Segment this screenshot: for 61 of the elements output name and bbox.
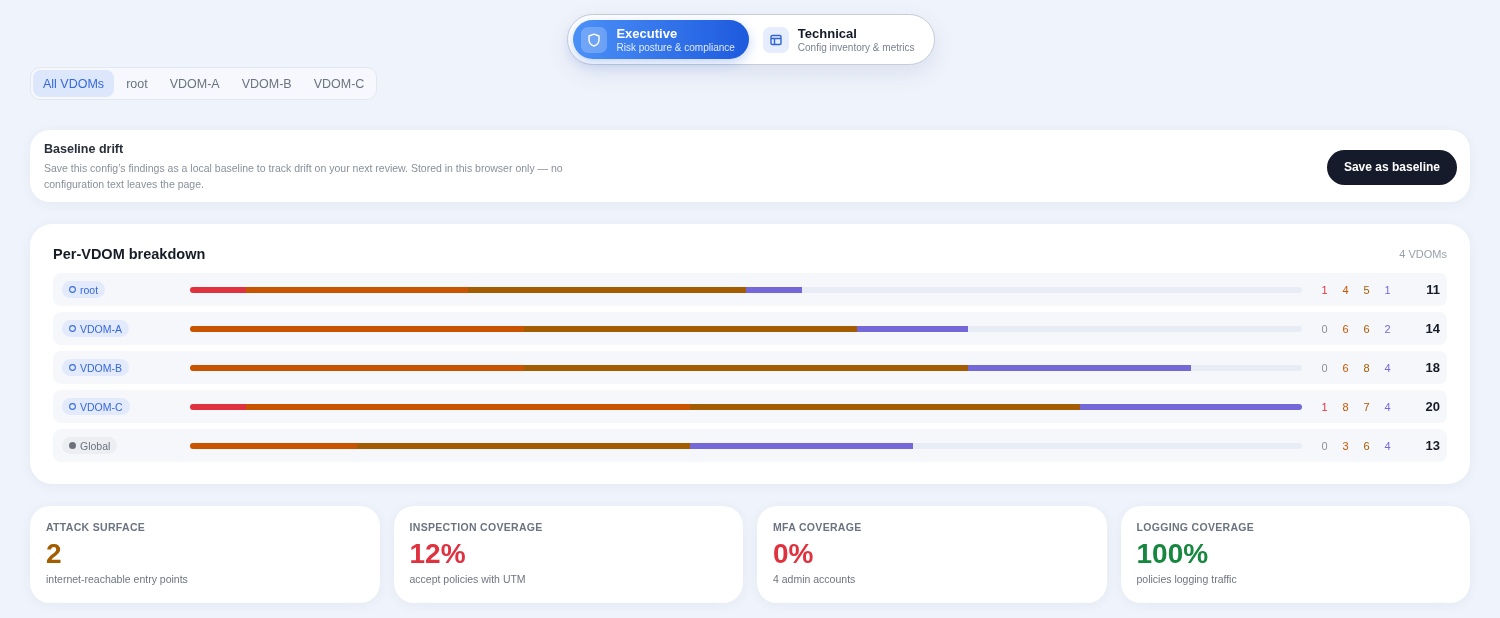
dot-icon	[69, 442, 76, 449]
ring-icon	[69, 364, 76, 371]
severity-count: 2	[1383, 322, 1392, 335]
vdom-tab[interactable]: VDOM-A	[159, 70, 230, 97]
severity-count: 1	[1383, 283, 1392, 296]
severity-count: 6	[1362, 439, 1371, 452]
view-mode-tab[interactable]: Technical Config inventory & metrics	[754, 20, 929, 59]
save-baseline-button[interactable]: Save as baseline	[1326, 149, 1457, 185]
finding-total: 20	[1425, 399, 1440, 414]
severity-count: 0	[1320, 322, 1329, 335]
baseline-title: Baseline drift	[44, 142, 125, 157]
stat-value: 100%	[1136, 538, 1210, 570]
finding-total: 11	[1426, 282, 1440, 297]
finding-total: 14	[1425, 321, 1440, 336]
vdom-name: VDOM-A	[80, 322, 122, 335]
stat-caption: policies logging traffic	[1136, 572, 1238, 586]
severity-count: 6	[1341, 322, 1350, 335]
ring-icon	[69, 403, 76, 410]
stat-label: INSPECTION COVERAGE	[409, 521, 544, 534]
vdom-name: Global	[80, 439, 111, 452]
severity-count: 1	[1320, 400, 1329, 413]
severity-count: 1	[1320, 283, 1329, 296]
vdom-count: 4 VDOMs	[1399, 248, 1447, 260]
finding-total: 18	[1425, 360, 1440, 375]
table-icon	[762, 26, 789, 53]
severity-count: 8	[1362, 361, 1371, 374]
severity-count: 0	[1320, 361, 1329, 374]
severity-count: 6	[1341, 361, 1350, 374]
breakdown-title: Per-VDOM breakdown	[53, 246, 206, 262]
severity-count: 4	[1383, 361, 1392, 374]
stat-value: 0%	[773, 538, 815, 570]
vdom-name: root	[80, 283, 99, 296]
vdom-tab[interactable]: root	[116, 70, 158, 97]
severity-count: 6	[1362, 322, 1371, 335]
ring-icon	[69, 325, 76, 332]
severity-count: 5	[1362, 283, 1371, 296]
vdom-tab[interactable]: VDOM-C	[303, 70, 375, 97]
severity-count: 0	[1320, 439, 1329, 452]
stat-caption: internet-reachable entry points	[46, 572, 189, 586]
stat-label: LOGGING COVERAGE	[1136, 521, 1256, 534]
vdom-name: VDOM-B	[80, 361, 122, 374]
stat-caption: 4 admin accounts	[773, 572, 857, 586]
stat-value: 12%	[409, 538, 467, 570]
stat-label: ATTACK SURFACE	[46, 521, 147, 534]
severity-count: 4	[1383, 400, 1392, 413]
vdom-name: VDOM-C	[80, 400, 123, 413]
view-mode-tab[interactable]: Executive Risk posture & compliance	[573, 20, 749, 59]
vdom-tab[interactable]: VDOM-B	[231, 70, 302, 97]
severity-count: 4	[1341, 283, 1350, 296]
severity-count: 8	[1341, 400, 1350, 413]
shield-icon	[581, 26, 608, 53]
severity-count: 7	[1362, 400, 1371, 413]
stat-value: 2	[46, 538, 63, 570]
stat-label: MFA COVERAGE	[773, 521, 863, 534]
severity-count: 4	[1383, 439, 1392, 452]
ring-icon	[69, 286, 76, 293]
vdom-tab[interactable]: All VDOMs	[33, 70, 115, 97]
finding-total: 13	[1425, 438, 1440, 453]
baseline-description: Save this config’s findings as a local baseline to track drift on your next review. Stored in this browser only — no configuration text leaves the page.	[44, 161, 564, 192]
stat-caption: accept policies with UTM	[409, 572, 527, 586]
severity-count: 3	[1341, 439, 1350, 452]
